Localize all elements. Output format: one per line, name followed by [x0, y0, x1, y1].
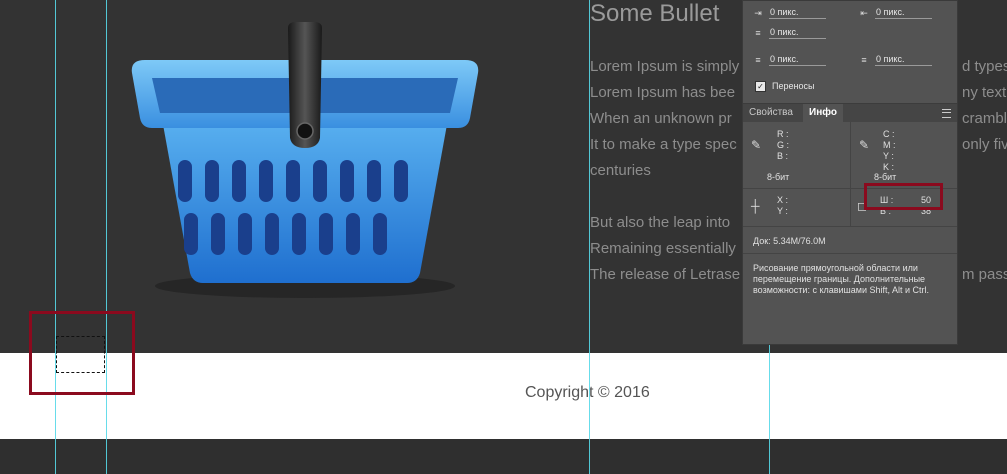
canvas-heading: Some Bullet [590, 0, 720, 27]
space-before-icon: ≡ [755, 55, 761, 65]
tab-info[interactable]: Инфо [803, 104, 843, 122]
indent-right-row: ⇤ 0 пикс. [857, 6, 932, 20]
paragraph-fragment: crambl [962, 110, 1007, 127]
x-label: X : [777, 195, 789, 205]
guide-line[interactable] [589, 0, 590, 474]
page-footer [0, 353, 1007, 439]
highlight-box [864, 183, 943, 210]
space-before-field[interactable]: 0 пикс. [769, 54, 826, 66]
panel-divider [743, 226, 957, 227]
paragraph-line: centuries [590, 162, 651, 179]
crosshair-icon: ┼ [751, 199, 760, 213]
paragraph-fragment: m pass [962, 266, 1007, 283]
cmyk-label-y: Y : [883, 151, 894, 161]
properties-info-panel: ⇥ 0 пикс. ⇤ 0 пикс. ≡ 0 пикс. ≡ 0 пикс. … [742, 0, 958, 345]
paragraph-line: Lorem Ipsum is simply [590, 58, 740, 75]
bit-depth-right: 8-бит [874, 172, 897, 182]
hyphenation-row[interactable]: ✓ Переносы [755, 79, 814, 93]
indent-left-row: ⇥ 0 пикс. [751, 6, 826, 20]
indent-right-field[interactable]: 0 пикс. [875, 7, 932, 19]
space-before-row: ≡ 0 пикс. [751, 53, 826, 67]
paragraph-line: Lorem Ipsum has bee [590, 84, 736, 101]
canvas-bottom-area [0, 439, 1007, 474]
cmyk-label-k: K : [883, 162, 895, 172]
guide-line[interactable] [55, 0, 56, 474]
tool-hint-text: Рисование прямоугольной области или пере… [753, 263, 930, 295]
space-after-row: ≡ 0 пикс. [857, 53, 932, 67]
hyphenation-checkbox[interactable]: ✓ [755, 80, 766, 92]
space-after-field[interactable]: 0 пикс. [875, 54, 932, 66]
space-after-icon: ≡ [861, 55, 867, 65]
panel-divider [850, 122, 851, 227]
eyedropper-icon: ✎ [751, 138, 762, 152]
y-label: Y : [777, 206, 788, 216]
cmyk-label-c: C : [883, 129, 895, 139]
first-line-indent-row: ≡ 0 пикс. [751, 26, 826, 40]
cmyk-label-m: M : [883, 140, 896, 150]
paragraph-line: It to make a type spec [590, 136, 737, 153]
paragraph-line: When an unknown pr [590, 110, 732, 127]
paragraph-line: Remaining essentially [590, 240, 736, 257]
first-line-indent-field[interactable]: 0 пикс. [769, 27, 826, 39]
footer-copyright: Copyright © 2016 [525, 384, 650, 401]
basket-image [131, 22, 479, 298]
guide-line[interactable] [106, 0, 107, 474]
first-line-indent-icon: ≡ [755, 28, 761, 38]
rgb-label-b: B : [777, 151, 789, 161]
tab-properties[interactable]: Свойства [743, 104, 799, 122]
panel-divider [743, 253, 957, 254]
hyphenation-label: Переносы [772, 81, 815, 91]
paragraph-line: The release of Letrase [590, 266, 741, 283]
indent-right-icon: ⇤ [860, 8, 868, 18]
panel-tabs: Свойства Инфо [743, 103, 957, 122]
panel-menu-icon[interactable] [942, 109, 951, 118]
rgb-label-g: G : [777, 140, 790, 150]
indent-left-field[interactable]: 0 пикс. [769, 7, 826, 19]
rgb-label-r: R : [777, 129, 789, 139]
paragraph-line: But also the leap into [590, 214, 731, 231]
bit-depth-left: 8-бит [767, 172, 790, 182]
eyedropper-icon: ✎ [859, 138, 870, 152]
paragraph-fragment: d types [962, 58, 1007, 75]
paragraph-fragment: only fiv [962, 136, 1007, 153]
indent-left-icon: ⇥ [754, 8, 762, 18]
highlight-box [29, 311, 135, 395]
paragraph-fragment: ny text [962, 84, 1007, 101]
document-size-info: Док: 5.34M/76.0M [753, 236, 826, 246]
